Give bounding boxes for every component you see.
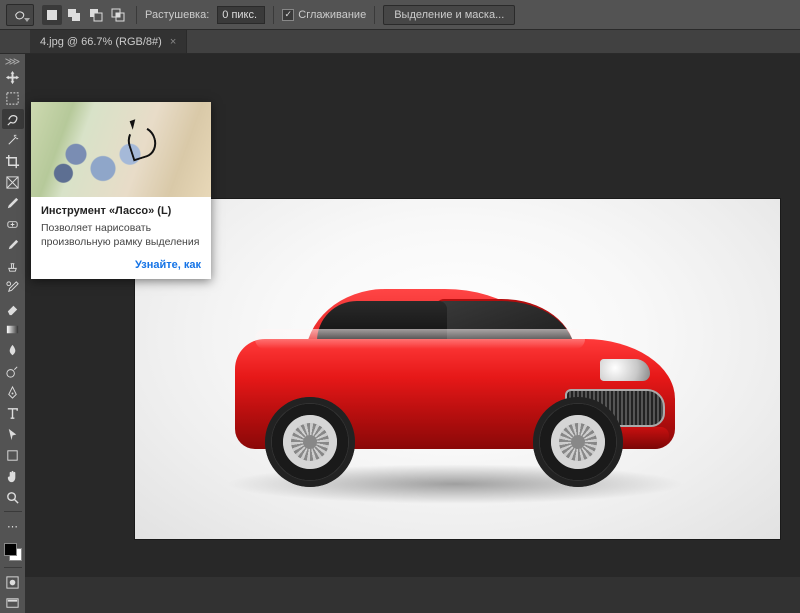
tooltip-learn-link[interactable]: Узнайте, как (31, 255, 211, 279)
quick-mask-toggle[interactable] (2, 572, 24, 592)
type-tool[interactable] (2, 403, 24, 423)
magic-wand-tool[interactable] (2, 130, 24, 150)
pen-tool[interactable] (2, 382, 24, 402)
tooltip-preview-image (31, 102, 211, 197)
lasso-tool[interactable] (2, 109, 24, 129)
path-selection-tool[interactable] (2, 424, 24, 444)
eraser-tool[interactable] (2, 298, 24, 318)
clone-stamp-tool[interactable] (2, 256, 24, 276)
car-image (235, 289, 675, 479)
crop-tool[interactable] (2, 151, 24, 171)
gradient-tool[interactable] (2, 319, 24, 339)
tool-preset-picker[interactable] (6, 4, 34, 26)
screen-mode-button[interactable] (2, 593, 24, 613)
checkbox-icon (282, 9, 294, 21)
cursor-icon (130, 119, 139, 130)
move-tool[interactable] (2, 67, 24, 87)
feather-label: Растушевка: (145, 9, 209, 21)
panel-grip-icon[interactable]: ⋙ (0, 56, 25, 66)
frame-tool[interactable] (2, 172, 24, 192)
shape-tool[interactable] (2, 445, 24, 465)
marquee-tool[interactable] (2, 88, 24, 108)
dodge-tool[interactable] (2, 361, 24, 381)
antialias-toggle[interactable]: Сглаживание (282, 9, 366, 21)
color-swatches[interactable] (2, 541, 24, 563)
edit-toolbar-button[interactable]: ⋯ (2, 516, 24, 536)
divider (136, 6, 137, 24)
tool-rich-tooltip: Инструмент «Лассо» (L) Позволяет нарисов… (31, 102, 211, 279)
divider (374, 6, 375, 24)
select-and-mask-button[interactable]: Выделение и маска... (383, 5, 515, 25)
document-tab-title: 4.jpg @ 66.7% (RGB/8#) (40, 36, 162, 48)
separator (4, 567, 22, 568)
tooltip-description: Позволяет нарисовать произвольную рамку … (41, 221, 201, 249)
document-tab[interactable]: 4.jpg @ 66.7% (RGB/8#) × (30, 30, 187, 53)
blur-tool[interactable] (2, 340, 24, 360)
separator (4, 511, 22, 512)
tools-panel: ⋙ ⋯ (0, 54, 25, 613)
document-canvas[interactable] (135, 199, 780, 539)
divider (273, 6, 274, 24)
feather-input[interactable] (217, 6, 265, 24)
selection-intersect-icon[interactable] (108, 5, 128, 25)
selection-add-icon[interactable] (64, 5, 84, 25)
antialias-label: Сглаживание (298, 9, 366, 21)
zoom-tool[interactable] (2, 487, 24, 507)
brush-tool[interactable] (2, 235, 24, 255)
selection-subtract-icon[interactable] (86, 5, 106, 25)
close-icon[interactable]: × (170, 36, 176, 48)
history-brush-tool[interactable] (2, 277, 24, 297)
selection-modes (42, 5, 128, 25)
tooltip-title: Инструмент «Лассо» (L) (41, 205, 201, 217)
selection-new-icon[interactable] (42, 5, 62, 25)
document-tab-bar: 4.jpg @ 66.7% (RGB/8#) × (0, 30, 800, 54)
hand-tool[interactable] (2, 466, 24, 486)
eyedropper-tool[interactable] (2, 193, 24, 213)
option-bar: Растушевка: Сглаживание Выделение и маск… (0, 0, 800, 30)
healing-brush-tool[interactable] (2, 214, 24, 234)
foreground-color-swatch[interactable] (4, 543, 17, 556)
